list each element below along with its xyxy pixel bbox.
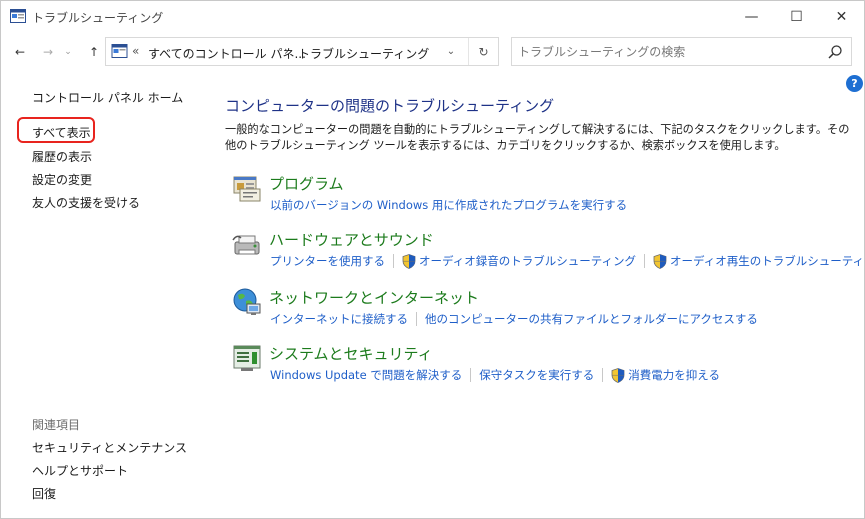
back-button[interactable]: ← bbox=[9, 41, 31, 63]
hardware-sound-icon[interactable] bbox=[231, 228, 263, 260]
breadcrumb-all-control-panel[interactable]: すべてのコントロール パネ... bbox=[148, 45, 306, 62]
address-bar[interactable]: « すべてのコントロール パネ... › トラブルシューティング ⌄ ↻ bbox=[105, 37, 499, 66]
category-network-internet-title[interactable]: ネットワークとインターネット bbox=[269, 287, 479, 308]
link-divider bbox=[416, 312, 417, 326]
category-hardware-sound-links: プリンターを使用する オーディオ録音のトラブルシューティング オーディオ再生のト… bbox=[270, 253, 865, 269]
search-icon[interactable] bbox=[827, 44, 843, 60]
window-title: トラブルシューティング bbox=[32, 11, 164, 25]
control-panel-icon bbox=[111, 44, 128, 58]
breadcrumb-separator[interactable]: › bbox=[284, 44, 289, 58]
breadcrumb-overflow-button[interactable]: « bbox=[132, 44, 139, 58]
category-programs: プログラム 以前のバージョンの Windows 用に作成されたプログラムを実行す… bbox=[231, 172, 851, 224]
category-system-security: システムとセキュリティ Windows Update で問題を解決する 保守タス… bbox=[231, 342, 851, 394]
task-access-shared-files-link[interactable]: 他のコンピューターの共有ファイルとフォルダーにアクセスする bbox=[425, 311, 758, 327]
close-button[interactable]: ✕ bbox=[819, 1, 864, 32]
title-bar: トラブルシューティング — ☐ ✕ bbox=[1, 1, 864, 32]
see-also-security-maintenance[interactable]: セキュリティとメンテナンス bbox=[32, 439, 187, 456]
see-also-heading: 関連項目 bbox=[32, 418, 81, 432]
category-network-internet: ネットワークとインターネット インターネットに接続する 他のコンピューターの共有… bbox=[231, 286, 851, 338]
breadcrumb-troubleshooting[interactable]: トラブルシューティング bbox=[298, 45, 429, 62]
task-use-printer-link[interactable]: プリンターを使用する bbox=[270, 253, 385, 269]
see-also-help-support[interactable]: ヘルプとサポート bbox=[32, 462, 128, 479]
category-hardware-sound: ハードウェアとサウンド プリンターを使用する オーディオ録音のトラブルシューティ… bbox=[231, 228, 865, 280]
category-hardware-sound-title[interactable]: ハードウェアとサウンド bbox=[269, 229, 434, 250]
link-divider bbox=[470, 368, 472, 382]
task-maintenance-link[interactable]: 保守タスクを実行する bbox=[479, 367, 594, 383]
sidebar-item-get-help-from-friend[interactable]: 友人の支援を受ける bbox=[32, 194, 140, 211]
navigation-bar: ← → ⌄ ↑ « すべてのコントロール パネ... › トラブルシューティング… bbox=[1, 34, 864, 70]
task-connect-internet-link[interactable]: インターネットに接続する bbox=[270, 311, 408, 327]
category-programs-links: 以前のバージョンの Windows 用に作成されたプログラムを実行する bbox=[270, 197, 627, 213]
main-content: コンピューターの問題のトラブルシューティング 一般的なコンピューターの問題を自動… bbox=[211, 71, 865, 519]
link-divider bbox=[644, 254, 646, 268]
left-pane: コントロール パネル ホーム すべて表示 履歴の表示 設定の変更 友人の支援を受… bbox=[1, 71, 211, 519]
category-network-internet-links: インターネットに接続する 他のコンピューターの共有ファイルとフォルダーにアクセス… bbox=[270, 311, 758, 327]
task-windows-update-link[interactable]: Windows Update で問題を解決する bbox=[270, 367, 462, 383]
system-security-icon[interactable] bbox=[231, 342, 263, 374]
sidebar-item-view-history[interactable]: 履歴の表示 bbox=[32, 148, 92, 165]
uac-shield-icon bbox=[611, 367, 625, 383]
see-also-recovery[interactable]: 回復 bbox=[32, 485, 56, 502]
category-system-security-links: Windows Update で問題を解決する 保守タスクを実行する 消費電力を… bbox=[270, 367, 720, 383]
troubleshooting-window: トラブルシューティング — ☐ ✕ ← → ⌄ ↑ « すべてのコントロール パ… bbox=[0, 0, 865, 519]
task-audio-playback-link[interactable]: オーディオ再生のトラブルシューティング bbox=[670, 253, 865, 269]
task-reduce-power-link[interactable]: 消費電力を抑える bbox=[628, 367, 720, 383]
uac-shield-icon bbox=[653, 253, 667, 269]
sidebar-item-change-settings[interactable]: 設定の変更 bbox=[32, 171, 92, 188]
refresh-button[interactable]: ↻ bbox=[468, 38, 498, 65]
page-description: 一般的なコンピューターの問題を自動的にトラブルシューティングして解決するには、下… bbox=[225, 123, 850, 152]
forward-button[interactable]: → bbox=[37, 41, 59, 63]
search-input[interactable] bbox=[518, 43, 818, 61]
uac-shield-icon bbox=[402, 253, 416, 269]
sidebar-item-view-all[interactable]: すべて表示 bbox=[32, 124, 91, 141]
control-panel-icon bbox=[10, 9, 26, 23]
recent-locations-button[interactable]: ⌄ bbox=[61, 41, 75, 63]
up-button[interactable]: ↑ bbox=[83, 41, 105, 63]
network-internet-icon[interactable] bbox=[231, 286, 263, 318]
address-dropdown-button[interactable]: ⌄ bbox=[436, 38, 466, 65]
link-divider bbox=[393, 254, 394, 268]
task-run-older-programs-link[interactable]: 以前のバージョンの Windows 用に作成されたプログラムを実行する bbox=[270, 197, 627, 213]
task-audio-recording-link[interactable]: オーディオ録音のトラブルシューティング bbox=[419, 253, 636, 269]
category-programs-title[interactable]: プログラム bbox=[269, 173, 344, 194]
category-system-security-title[interactable]: システムとセキュリティ bbox=[269, 343, 433, 364]
minimize-button[interactable]: — bbox=[729, 1, 774, 32]
link-divider bbox=[602, 368, 604, 382]
programs-icon[interactable] bbox=[231, 172, 263, 204]
maximize-button[interactable]: ☐ bbox=[774, 1, 819, 32]
page-title: コンピューターの問題のトラブルシューティング bbox=[225, 97, 555, 115]
search-box[interactable] bbox=[511, 37, 852, 66]
control-panel-home-link[interactable]: コントロール パネル ホーム bbox=[32, 89, 183, 106]
